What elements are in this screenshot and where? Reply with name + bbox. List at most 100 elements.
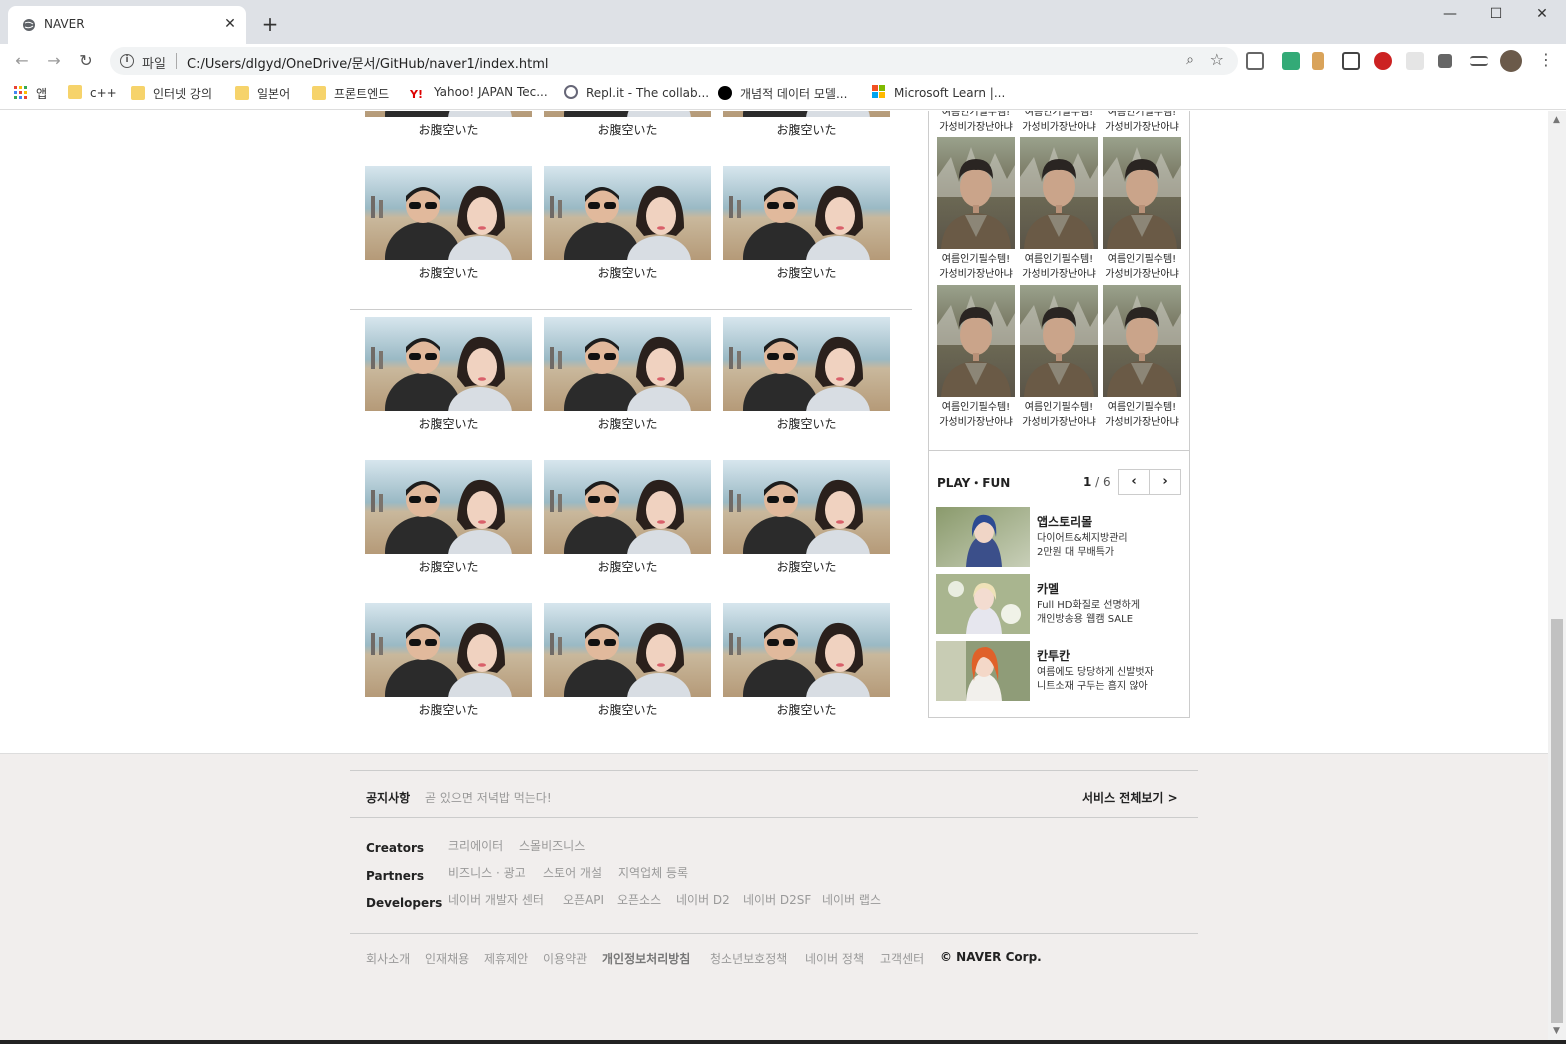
footer-link[interactable]: 네이버 D2SF <box>743 891 811 908</box>
extension-profile-icon[interactable] <box>1246 52 1264 70</box>
extension-hammer-icon[interactable] <box>1312 52 1324 70</box>
url-text[interactable]: C:/Users/dlgyd/OneDrive/문서/GitHub/naver1… <box>187 53 549 72</box>
photo-caption: お腹空いた <box>776 560 837 574</box>
footer-bottom-link[interactable]: 제휴제안 <box>484 950 528 967</box>
tab-close-icon[interactable]: ✕ <box>222 16 238 32</box>
maximize-button[interactable]: ☐ <box>1476 6 1516 26</box>
footer-bottom-link[interactable]: 이용약관 <box>543 950 587 967</box>
footer-link[interactable]: 스몰비즈니스 <box>519 837 585 854</box>
gallery-photo[interactable] <box>723 111 890 117</box>
gallery-photo[interactable] <box>365 603 532 697</box>
footer-link[interactable]: 네이버 랩스 <box>822 891 881 908</box>
gallery-photo[interactable] <box>544 111 711 117</box>
gallery-photo[interactable] <box>365 317 532 411</box>
item-caption: 여름인기필수템! 가성비가장난아냐 <box>939 254 1013 280</box>
extension-w-icon[interactable] <box>1342 52 1360 70</box>
product-photo[interactable] <box>937 285 1015 397</box>
footer-link[interactable]: 네이버 D2 <box>676 891 730 908</box>
item-caption: 여름인기필수템! 가성비가장난아냐 <box>939 402 1013 428</box>
new-tab-button[interactable]: + <box>260 14 280 34</box>
scroll-up-icon[interactable]: ▲ <box>1553 115 1560 125</box>
playfun-title: PLAY・FUN <box>937 476 1011 490</box>
bookmark-frontend[interactable]: 프론트엔드 <box>312 85 389 103</box>
privacy-policy-link[interactable]: 개인정보처리방침 <box>602 950 690 967</box>
bookmark-apps[interactable]: 앱 <box>14 85 47 103</box>
bookmark-microsoft-learn[interactable]: Microsoft Learn |... <box>872 85 1005 103</box>
notice-title[interactable]: 공지사항 <box>366 789 410 806</box>
product-photo[interactable] <box>1020 285 1098 397</box>
footer-link[interactable]: 오픈API <box>563 891 604 908</box>
puzzle-icon[interactable] <box>1438 54 1452 68</box>
extension-red-icon[interactable] <box>1374 52 1392 70</box>
footer-link[interactable]: 오픈소스 <box>617 891 661 908</box>
scroll-down-icon[interactable]: ▼ <box>1553 1026 1560 1036</box>
bookmark-star-icon[interactable]: ☆ <box>1210 50 1224 69</box>
footer-link[interactable]: 네이버 개발자 센터 <box>448 891 544 908</box>
product-photo[interactable] <box>937 137 1015 249</box>
info-icon[interactable]: i <box>120 54 134 68</box>
profile-avatar[interactable] <box>1500 50 1522 72</box>
product-photo[interactable] <box>1103 137 1181 249</box>
folder-icon <box>312 86 326 100</box>
footer-bottom-link[interactable]: 회사소개 <box>366 950 410 967</box>
gallery-photo[interactable] <box>365 460 532 554</box>
promo-description: 다이어트&체지방관리 2만원 대 무배특가 <box>1037 533 1128 558</box>
promo-name[interactable]: 카멜 <box>1037 580 1059 597</box>
gallery-photo[interactable] <box>365 111 532 117</box>
media-list-icon[interactable] <box>1470 56 1488 66</box>
bookmark-yahoo[interactable]: Y! Yahoo! JAPAN Tec... <box>410 85 548 103</box>
notice-text[interactable]: 곧 있으면 저녁밥 먹는다! <box>425 789 552 806</box>
bookmark-replit[interactable]: Repl.it - The collab... <box>564 85 709 103</box>
footer-link[interactable]: 지역업체 등록 <box>618 864 688 881</box>
promo-thumbnail[interactable] <box>936 574 1030 634</box>
scrollbar-thumb[interactable] <box>1551 619 1563 1023</box>
gallery-photo[interactable] <box>544 317 711 411</box>
page-footer: 공지사항 곧 있으면 저녁밥 먹는다! 서비스 전체보기 > Creators … <box>0 753 1548 1040</box>
gallery-photo[interactable] <box>723 317 890 411</box>
footer-link[interactable]: 크리에이터 <box>448 837 503 854</box>
zoom-icon[interactable]: ⌕ <box>1186 52 1194 68</box>
promo-thumbnail[interactable] <box>936 507 1030 567</box>
product-photo[interactable] <box>1103 285 1181 397</box>
footer-bottom-link[interactable]: 네이버 정책 <box>805 950 864 967</box>
minimize-button[interactable]: — <box>1430 6 1470 26</box>
gallery-photo[interactable] <box>723 166 890 260</box>
bookmark-cpp[interactable]: c++ <box>68 85 117 103</box>
service-all-link[interactable]: 서비스 전체보기 > <box>1082 789 1178 806</box>
close-window-button[interactable]: ✕ <box>1522 6 1562 26</box>
playfun-next-button[interactable]: › <box>1149 469 1181 495</box>
bookmark-label: 앱 <box>36 87 48 101</box>
promo-thumbnail[interactable] <box>936 641 1030 701</box>
menu-dots-icon[interactable]: ⋮ <box>1538 50 1554 69</box>
gallery-photo[interactable] <box>365 166 532 260</box>
gallery-photo[interactable] <box>723 603 890 697</box>
product-photo[interactable] <box>1020 137 1098 249</box>
back-arrow-icon[interactable]: ← <box>12 51 32 71</box>
promo-name[interactable]: 칸투칸 <box>1037 647 1070 664</box>
footer-bottom-link[interactable]: 고객센터 <box>880 950 924 967</box>
browser-tab[interactable]: NAVER ✕ <box>8 6 246 44</box>
page-scrollbar[interactable]: ▲ ▼ <box>1548 111 1566 1040</box>
bookmark-label: Repl.it - The collab... <box>586 86 710 100</box>
footer-link[interactable]: 비즈니스 · 광고 <box>448 864 526 881</box>
footer-bottom-link[interactable]: 인재채용 <box>425 950 469 967</box>
footer-bottom-link[interactable]: 청소년보호정책 <box>710 950 787 967</box>
footer-link[interactable]: 스토어 개설 <box>543 864 602 881</box>
gallery-photo[interactable] <box>544 603 711 697</box>
forward-arrow-icon[interactable]: → <box>44 51 64 71</box>
bookmark-internet-lecture[interactable]: 인터넷 강의 <box>131 85 212 103</box>
extension-pen-icon[interactable] <box>1282 52 1300 70</box>
taskbar-strip <box>0 1040 1566 1044</box>
address-bar[interactable]: i 파일 C:/Users/dlgyd/OneDrive/문서/GitHub/n… <box>110 47 1238 75</box>
photo-caption: お腹空いた <box>776 417 837 431</box>
promo-name[interactable]: 앱스토리몰 <box>1037 513 1092 530</box>
bookmark-japanese[interactable]: 일본어 <box>235 85 290 103</box>
gallery-photo[interactable] <box>723 460 890 554</box>
playfun-prev-button[interactable]: ‹ <box>1118 469 1150 495</box>
gallery-photo[interactable] <box>544 460 711 554</box>
photo-caption: お腹空いた <box>597 266 658 280</box>
reload-icon[interactable]: ↻ <box>76 51 96 71</box>
gallery-photo[interactable] <box>544 166 711 260</box>
bookmark-data-model[interactable]: 개념적 데이터 모델... <box>718 85 847 103</box>
extension-grey-icon[interactable] <box>1406 52 1424 70</box>
